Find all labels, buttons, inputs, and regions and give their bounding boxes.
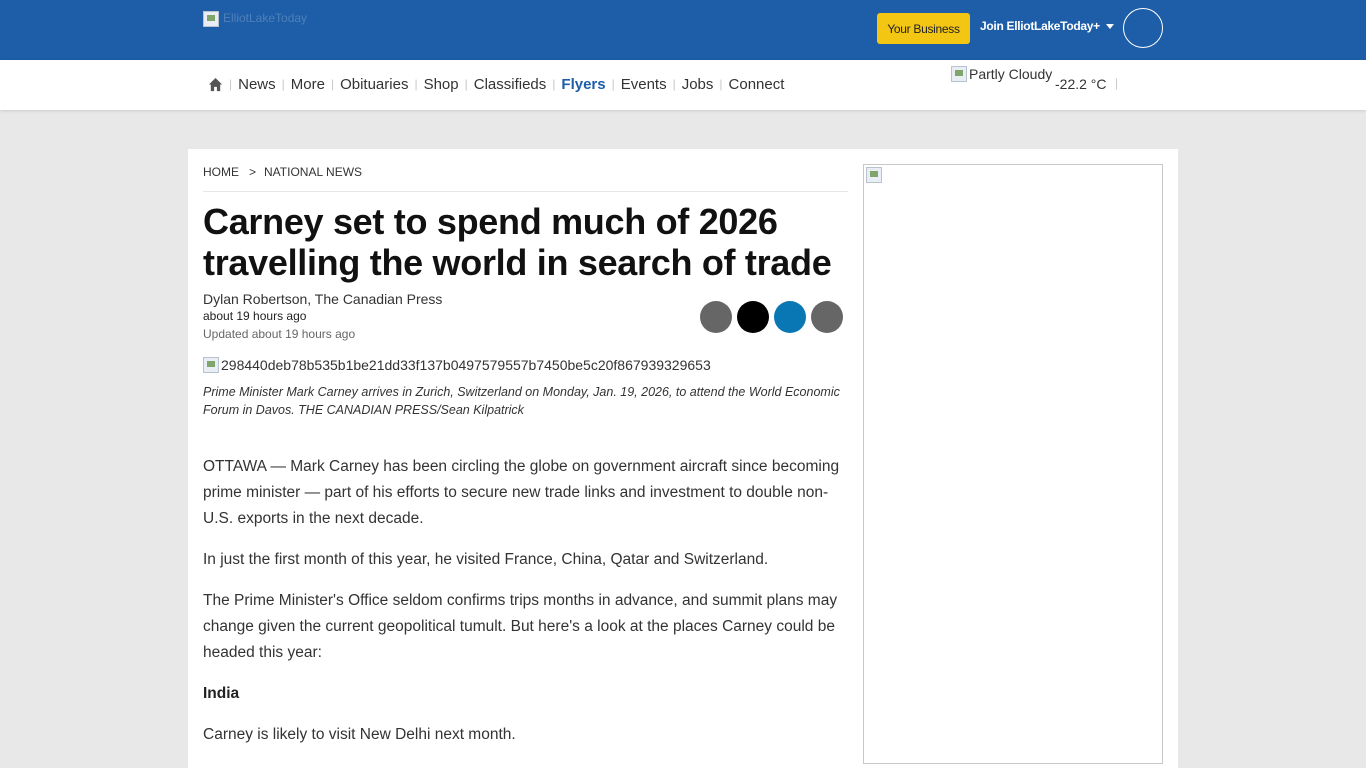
weather-temperature: -22.2 °C xyxy=(1055,76,1107,92)
nav-item-classifieds[interactable]: Classifieds xyxy=(474,76,547,93)
share-email-button[interactable] xyxy=(811,301,843,333)
account-avatar-button[interactable] xyxy=(1123,8,1163,48)
join-menu[interactable]: Join ElliotLakeToday+ xyxy=(980,19,1114,33)
article-paragraph: In just the first month of this year, he… xyxy=(203,551,769,568)
share-facebook-button[interactable] xyxy=(700,301,732,333)
nav-separator: | xyxy=(1115,76,1119,90)
main-nav: | News | More | Obituaries | Shop | Clas… xyxy=(208,74,784,94)
weather-icon-alt: Partly Cloudy xyxy=(969,66,1053,82)
article-paragraph: OTTAWA — Mark Carney has been circling t… xyxy=(203,458,840,527)
home-icon[interactable] xyxy=(208,77,223,92)
caret-down-icon xyxy=(1105,23,1114,29)
breadcrumb-home[interactable]: HOME xyxy=(203,165,239,179)
nav-separator: | xyxy=(330,77,335,91)
updated-time: Updated about 19 hours ago xyxy=(203,327,356,341)
share-linkedin-button[interactable] xyxy=(774,301,806,333)
photo-alt-text: 298440deb78b535b1be21dd33f137b0497579557… xyxy=(221,357,711,373)
nav-item-shop[interactable]: Shop xyxy=(424,76,459,93)
logo-alt-text: ElliotLakeToday xyxy=(223,11,308,25)
nav-separator: | xyxy=(464,77,468,91)
breadcrumb-separator: > xyxy=(249,165,257,179)
sidebar-ad[interactable] xyxy=(863,164,1163,764)
article-byline: Dylan Robertson, The Canadian Press xyxy=(203,291,443,307)
nav-separator: | xyxy=(552,77,556,91)
article-card: HOME > NATIONAL NEWS Carney set to spend… xyxy=(188,149,1178,768)
nav-item-jobs[interactable]: Jobs xyxy=(682,76,714,93)
breadcrumb-section[interactable]: NATIONAL NEWS xyxy=(264,165,362,179)
broken-image-icon xyxy=(203,11,219,27)
breadcrumb: HOME > NATIONAL NEWS xyxy=(203,165,362,179)
nav-separator: | xyxy=(229,77,233,91)
nav-item-connect[interactable]: Connect xyxy=(729,76,785,93)
partly-cloudy-icon xyxy=(951,66,967,82)
nav-item-events[interactable]: Events xyxy=(621,76,667,93)
nav-separator: | xyxy=(672,77,676,91)
nav-separator: | xyxy=(611,77,615,91)
x-icon xyxy=(737,301,769,333)
article-paragraph: The Prime Minister's Office seldom confi… xyxy=(203,592,838,661)
divider xyxy=(203,191,848,192)
article-body: OTTAWA — Mark Carney has been circling t… xyxy=(203,454,848,763)
facebook-icon xyxy=(700,301,732,333)
nav-separator: | xyxy=(281,77,285,91)
nav-item-flyers[interactable]: Flyers xyxy=(561,76,605,93)
photo-caption: Prime Minister Mark Carney arrives in Zu… xyxy=(203,385,840,417)
main-nav-bar: | News | More | Obituaries | Shop | Clas… xyxy=(0,60,1366,110)
article-headline: Carney set to spend much of 2026 travell… xyxy=(203,201,832,283)
article-subheading: India xyxy=(203,685,240,702)
nav-item-news[interactable]: News xyxy=(238,76,276,93)
email-icon xyxy=(811,301,843,333)
top-bar: ElliotLakeToday Your Business Join Ellio… xyxy=(0,0,1366,60)
site-logo[interactable]: ElliotLakeToday xyxy=(203,11,353,35)
share-x-button[interactable] xyxy=(737,301,769,333)
join-label: Join ElliotLakeToday+ xyxy=(980,19,1100,33)
article-photo: 298440deb78b535b1be21dd33f137b0497579557… xyxy=(203,357,711,373)
linkedin-icon xyxy=(774,301,806,333)
article-paragraph: Carney is likely to visit New Delhi next… xyxy=(203,726,516,743)
nav-separator: | xyxy=(719,77,723,91)
broken-image-icon xyxy=(866,167,882,183)
broken-image-icon xyxy=(203,357,219,373)
nav-item-obituaries[interactable]: Obituaries xyxy=(340,76,408,93)
nav-separator: | xyxy=(414,77,418,91)
nav-item-more[interactable]: More xyxy=(291,76,325,93)
your-business-button[interactable]: Your Business xyxy=(877,13,970,44)
posted-time: about 19 hours ago xyxy=(203,309,307,323)
weather-widget[interactable]: Partly Cloudy xyxy=(951,66,1052,82)
